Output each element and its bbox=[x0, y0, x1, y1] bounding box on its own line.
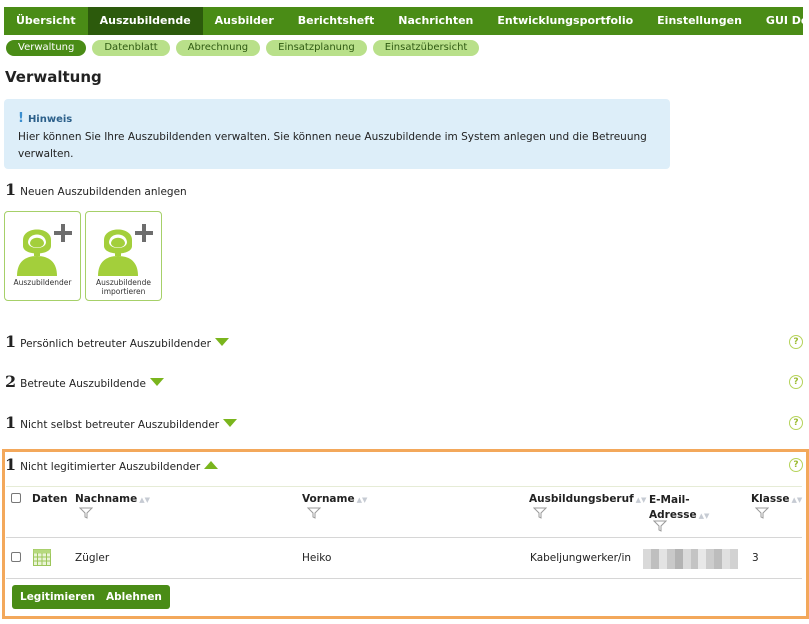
row-checkbox[interactable] bbox=[11, 552, 21, 562]
section-count: 1 bbox=[5, 180, 17, 199]
exclamation-icon: ! bbox=[18, 111, 24, 126]
section-not-self-supervised[interactable]: 1 Nicht selbst betreuter Auszubildender bbox=[5, 413, 238, 432]
filter-icon[interactable] bbox=[79, 507, 93, 519]
help-icon[interactable]: ? bbox=[789, 416, 803, 430]
email-redacted bbox=[643, 549, 739, 569]
sort-icon[interactable]: ▲▼ bbox=[791, 496, 802, 504]
header-label: Vorname bbox=[302, 493, 355, 505]
section-label: Nicht legitimierter Auszubildender bbox=[20, 461, 201, 473]
expand-arrow-icon[interactable] bbox=[149, 378, 164, 386]
help-icon[interactable]: ? bbox=[789, 335, 803, 349]
card-caption: Auszubildende importieren bbox=[96, 278, 151, 296]
tab-nachrichten[interactable]: Nachrichten bbox=[386, 7, 485, 35]
create-cards: Auszubildender Auszubildende importieren bbox=[4, 211, 162, 301]
info-notice: ! Hinweis Hier können Sie Ihre Auszubilde… bbox=[4, 99, 670, 169]
header-label: Nachname bbox=[75, 493, 138, 505]
header-label: E-Mail-Adresse bbox=[649, 494, 697, 521]
header-label: Ausbildungsberuf bbox=[529, 493, 634, 505]
tab-ausbilder[interactable]: Ausbilder bbox=[203, 7, 286, 35]
tab-auszubildende[interactable]: Auszubildende bbox=[87, 7, 203, 35]
section-supervised[interactable]: 2 Betreute Auszubildende bbox=[5, 372, 164, 391]
sort-icon[interactable]: ▲▼ bbox=[357, 496, 368, 504]
section-count: 1 bbox=[5, 332, 17, 351]
divider bbox=[6, 486, 802, 487]
section-label: Betreute Auszubildende bbox=[20, 378, 146, 390]
header-daten: Daten bbox=[32, 493, 68, 505]
help-icon[interactable]: ? bbox=[789, 375, 803, 389]
legitimize-button[interactable]: Legitimieren bbox=[12, 585, 103, 609]
filter-icon[interactable] bbox=[307, 507, 321, 519]
row-divider bbox=[6, 578, 802, 579]
notice-title: Hinweis bbox=[27, 114, 73, 125]
user-import-icon bbox=[98, 224, 153, 276]
row-divider bbox=[6, 537, 802, 538]
subtab-einsatzplanung[interactable]: Einsatzplanung bbox=[266, 40, 367, 56]
section-label: Persönlich betreuter Auszubildender bbox=[20, 338, 211, 350]
cell-beruf: Kabeljungwerker/in bbox=[530, 552, 632, 564]
section-label: Neuen Auszubildenden anlegen bbox=[20, 186, 187, 198]
filter-icon[interactable] bbox=[653, 520, 667, 532]
cell-vorname: Heiko bbox=[302, 552, 332, 564]
tab-uebersicht[interactable]: Übersicht bbox=[4, 7, 88, 35]
section-count: 1 bbox=[5, 455, 17, 474]
filter-icon[interactable] bbox=[533, 507, 547, 519]
subtab-abrechnung[interactable]: Abrechnung bbox=[175, 40, 261, 56]
collapse-arrow-icon[interactable] bbox=[204, 461, 219, 469]
cell-nachname: Zügler bbox=[75, 552, 110, 564]
section-count: 2 bbox=[5, 372, 17, 391]
header-vorname[interactable]: Vorname ▲▼ bbox=[302, 493, 367, 505]
tab-einstellungen[interactable]: Einstellungen bbox=[645, 7, 754, 35]
subtab-einsatzuebersicht[interactable]: Einsatzübersicht bbox=[372, 40, 480, 56]
section-personal[interactable]: 1 Persönlich betreuter Auszubildender bbox=[5, 332, 229, 351]
filter-icon[interactable] bbox=[755, 507, 769, 519]
tab-gui-demo[interactable]: GUI Demo bbox=[754, 7, 809, 35]
sort-icon[interactable]: ▲▼ bbox=[636, 496, 647, 504]
main-nav: Übersicht Auszubildende Ausbilder Berich… bbox=[4, 7, 809, 35]
subtab-verwaltung[interactable]: Verwaltung bbox=[6, 40, 87, 56]
reject-button[interactable]: Ablehnen bbox=[98, 585, 170, 609]
subtab-datenblatt[interactable]: Datenblatt bbox=[92, 40, 170, 56]
section-create: 1 Neuen Auszubildenden anlegen bbox=[5, 180, 187, 199]
import-trainees-card[interactable]: Auszubildende importieren bbox=[85, 211, 162, 301]
page-title: Verwaltung bbox=[5, 68, 102, 86]
expand-arrow-icon[interactable] bbox=[223, 419, 238, 427]
select-all-checkbox[interactable] bbox=[11, 493, 21, 503]
card-caption: Auszubildender bbox=[13, 278, 72, 287]
sort-icon[interactable]: ▲▼ bbox=[139, 496, 150, 504]
header-klasse[interactable]: Klasse ▲▼ bbox=[751, 493, 802, 505]
datasheet-icon[interactable] bbox=[33, 549, 51, 566]
tab-berichtsheft[interactable]: Berichtsheft bbox=[286, 7, 387, 35]
user-add-icon bbox=[17, 224, 72, 276]
sort-icon[interactable]: ▲▼ bbox=[699, 512, 710, 520]
help-icon[interactable]: ? bbox=[789, 458, 803, 472]
section-count: 1 bbox=[5, 413, 17, 432]
header-beruf[interactable]: Ausbildungsberuf ▲▼ bbox=[529, 493, 646, 505]
header-label: Klasse bbox=[751, 493, 790, 505]
cell-klasse: 3 bbox=[752, 552, 759, 564]
section-label: Nicht selbst betreuter Auszubildender bbox=[20, 419, 220, 431]
sub-nav: Verwaltung Datenblatt Abrechnung Einsatz… bbox=[6, 40, 480, 56]
expand-arrow-icon[interactable] bbox=[214, 338, 229, 346]
tab-entwicklungsportfolio[interactable]: Entwicklungsportfolio bbox=[485, 7, 645, 35]
notice-text: Hier können Sie Ihre Auszubildenden verw… bbox=[18, 131, 647, 160]
header-nachname[interactable]: Nachname ▲▼ bbox=[75, 493, 150, 505]
add-trainee-card[interactable]: Auszubildender bbox=[4, 211, 81, 301]
section-unlegitimated[interactable]: 1 Nicht legitimierter Auszubildender bbox=[5, 455, 219, 474]
